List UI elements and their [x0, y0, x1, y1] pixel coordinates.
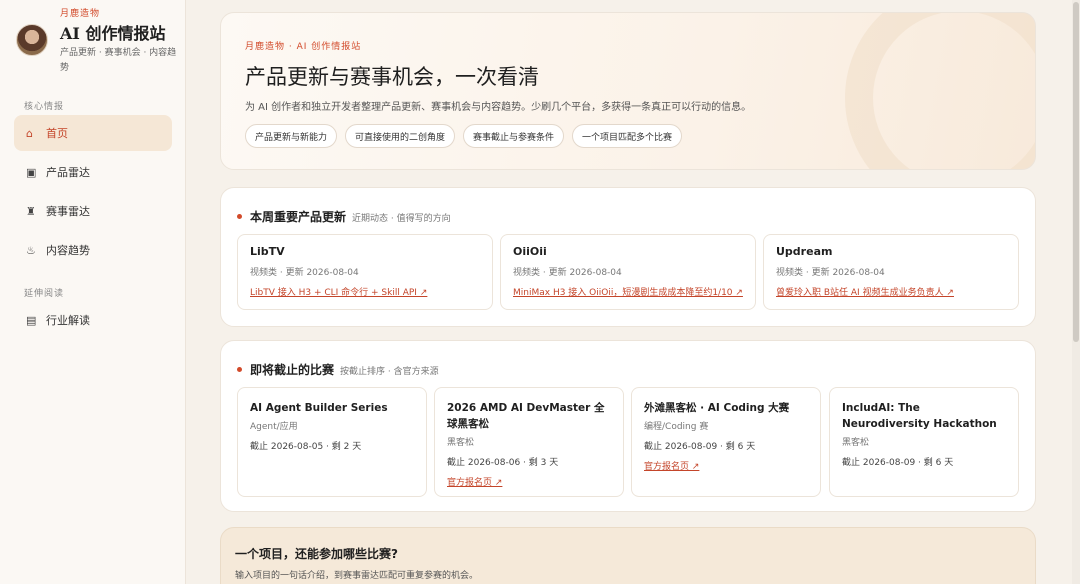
update-card[interactable]: OiiOii 视频类 · 更新 2026-08-04 MiniMax H3 接入… [500, 234, 756, 310]
hero-decoration [845, 13, 1035, 169]
avatar [16, 24, 48, 56]
sidebar-item-product-radar[interactable]: ▣ 产品雷达 [14, 154, 172, 190]
competition-deadline: 截止 2026-08-05 · 剩 2 天 [250, 442, 362, 452]
brand-subtitle: 产品更新 · 赛事机会 · 内容趋势 [60, 48, 177, 73]
trophy-icon: ♜ [26, 204, 36, 218]
sidebar: 月鹿造物 AI 创作情报站 产品更新 · 赛事机会 · 内容趋势 核心情报 ⌂ … [0, 0, 186, 584]
update-meta: 视频类 · 更新 2026-08-04 [250, 268, 359, 278]
update-product-name: LibTV [250, 245, 285, 258]
competitions-card: 即将截止的比赛 按截止排序 · 含官方来源 AI Agent Builder S… [220, 340, 1036, 512]
match-title: 一个项目，还能参加哪些比赛? [235, 547, 398, 561]
competition-deadline: 截止 2026-08-06 · 剩 3 天 [447, 458, 559, 468]
sidebar-item-content-trends[interactable]: ♨ 内容趋势 [14, 232, 172, 268]
nav-section-core: 核心情报 [24, 102, 65, 112]
hero-tag[interactable]: 赛事截止与参赛条件 [463, 124, 565, 148]
section-header: 本周重要产品更新 近期动态 · 值得写的方向 [237, 208, 451, 225]
update-meta: 视频类 · 更新 2026-08-04 [776, 268, 885, 278]
competition-deadline: 截止 2026-08-09 · 剩 6 天 [644, 442, 756, 452]
sidebar-item-label: 行业解读 [46, 314, 90, 327]
competition-category: 黑客松 [447, 438, 475, 448]
sidebar-item-industry-analysis[interactable]: ▤ 行业解读 [14, 302, 172, 338]
scrollbar-thumb[interactable] [1073, 2, 1079, 342]
sidebar-item-label: 赛事雷达 [46, 205, 90, 218]
brand-title: AI 创作情报站 [60, 24, 166, 43]
match-description: 输入项目的一句话介绍，到赛事雷达匹配可重复参赛的机会。 [235, 571, 479, 581]
scrollbar[interactable] [1072, 0, 1080, 584]
competition-category: 编程/Coding 赛 [644, 422, 709, 432]
section-title: 即将截止的比赛 [250, 363, 335, 377]
trend-icon: ♨ [26, 243, 36, 257]
brand[interactable]: 月鹿造物 AI 创作情报站 产品更新 · 赛事机会 · 内容趋势 [14, 6, 182, 80]
sidebar-item-label: 首页 [46, 127, 68, 140]
brand-kicker: 月鹿造物 [60, 9, 101, 19]
hero-card: 月鹿造物 · AI 创作情报站 产品更新与赛事机会，一次看清 为 AI 创作者和… [220, 12, 1036, 170]
competition-deadline: 截止 2026-08-09 · 剩 6 天 [842, 458, 954, 468]
project-match-card[interactable]: 一个项目，还能参加哪些比赛? 输入项目的一句话介绍，到赛事雷达匹配可重复参赛的机… [220, 527, 1036, 584]
competition-name: 外滩黑客松 · AI Coding 大赛 [644, 402, 790, 414]
sidebar-item-home[interactable]: ⌂ 首页 [14, 115, 172, 151]
nav-section-extended: 延伸阅读 [24, 289, 65, 299]
competition-card[interactable]: 外滩黑客松 · AI Coding 大赛 编程/Coding 赛 截止 2026… [631, 387, 821, 497]
sidebar-item-competition-radar[interactable]: ♜ 赛事雷达 [14, 193, 172, 229]
hero-tag[interactable]: 可直接使用的二创角度 [345, 124, 456, 148]
update-link[interactable]: MiniMax H3 接入 OiiOii，短漫剧生成成本降至约1/10 ↗ [513, 285, 743, 298]
competition-name: 2026 AMD AI DevMaster 全球黑客松 [447, 402, 605, 430]
section-subtitle: 近期动态 · 值得写的方向 [352, 214, 451, 224]
sidebar-item-label: 内容趋势 [46, 244, 90, 257]
update-product-name: OiiOii [513, 245, 547, 258]
hero-description: 为 AI 创作者和独立开发者整理产品更新、赛事机会与内容趋势。少刷几个平台，多获… [245, 102, 752, 113]
official-signup-link[interactable]: 官方报名页 ↗ [644, 459, 808, 472]
competition-card[interactable]: 2026 AMD AI DevMaster 全球黑客松 黑客松 截止 2026-… [434, 387, 624, 497]
competition-card[interactable]: AI Agent Builder Series Agent/应用 截止 2026… [237, 387, 427, 497]
update-link[interactable]: 曾爱玲入职 B站任 AI 视频生成业务负责人 ↗ [776, 285, 1006, 298]
hero-tag[interactable]: 一个项目匹配多个比赛 [572, 124, 683, 148]
competition-category: Agent/应用 [250, 422, 298, 432]
section-title: 本周重要产品更新 [250, 210, 347, 224]
product-updates-card: 本周重要产品更新 近期动态 · 值得写的方向 LibTV 视频类 · 更新 20… [220, 187, 1036, 327]
product-icon: ▣ [26, 165, 37, 179]
hero-tags: 产品更新与新能力 可直接使用的二创角度 赛事截止与参赛条件 一个项目匹配多个比赛 [245, 124, 683, 148]
update-link[interactable]: LibTV 接入 H3 + CLI 命令行 + Skill API ↗ [250, 285, 480, 298]
section-subtitle: 按截止排序 · 含官方来源 [340, 367, 439, 377]
competition-name: AI Agent Builder Series [250, 402, 388, 414]
book-icon: ▤ [26, 313, 37, 327]
hero-tag[interactable]: 产品更新与新能力 [245, 124, 338, 148]
update-card[interactable]: LibTV 视频类 · 更新 2026-08-04 LibTV 接入 H3 + … [237, 234, 493, 310]
home-icon: ⌂ [26, 126, 33, 140]
sidebar-item-label: 产品雷达 [46, 166, 90, 179]
updates-grid: LibTV 视频类 · 更新 2026-08-04 LibTV 接入 H3 + … [237, 234, 1021, 312]
bullet-dot-icon [237, 214, 242, 219]
competition-category: 黑客松 [842, 438, 870, 448]
competition-card[interactable]: IncludAI: The Neurodiversity Hackathon 黑… [829, 387, 1019, 497]
update-product-name: Updream [776, 245, 833, 258]
section-header: 即将截止的比赛 按截止排序 · 含官方来源 [237, 361, 439, 378]
hero-kicker: 月鹿造物 · AI 创作情报站 [245, 42, 362, 52]
update-meta: 视频类 · 更新 2026-08-04 [513, 268, 622, 278]
page-title: 产品更新与赛事机会，一次看清 [245, 65, 539, 89]
main-content: 月鹿造物 · AI 创作情报站 产品更新与赛事机会，一次看清 为 AI 创作者和… [186, 0, 1080, 584]
update-card[interactable]: Updream 视频类 · 更新 2026-08-04 曾爱玲入职 B站任 AI… [763, 234, 1019, 310]
competition-name: IncludAI: The Neurodiversity Hackathon [842, 402, 997, 430]
bullet-dot-icon [237, 367, 242, 372]
official-signup-link[interactable]: 官方报名页 ↗ [447, 475, 611, 488]
